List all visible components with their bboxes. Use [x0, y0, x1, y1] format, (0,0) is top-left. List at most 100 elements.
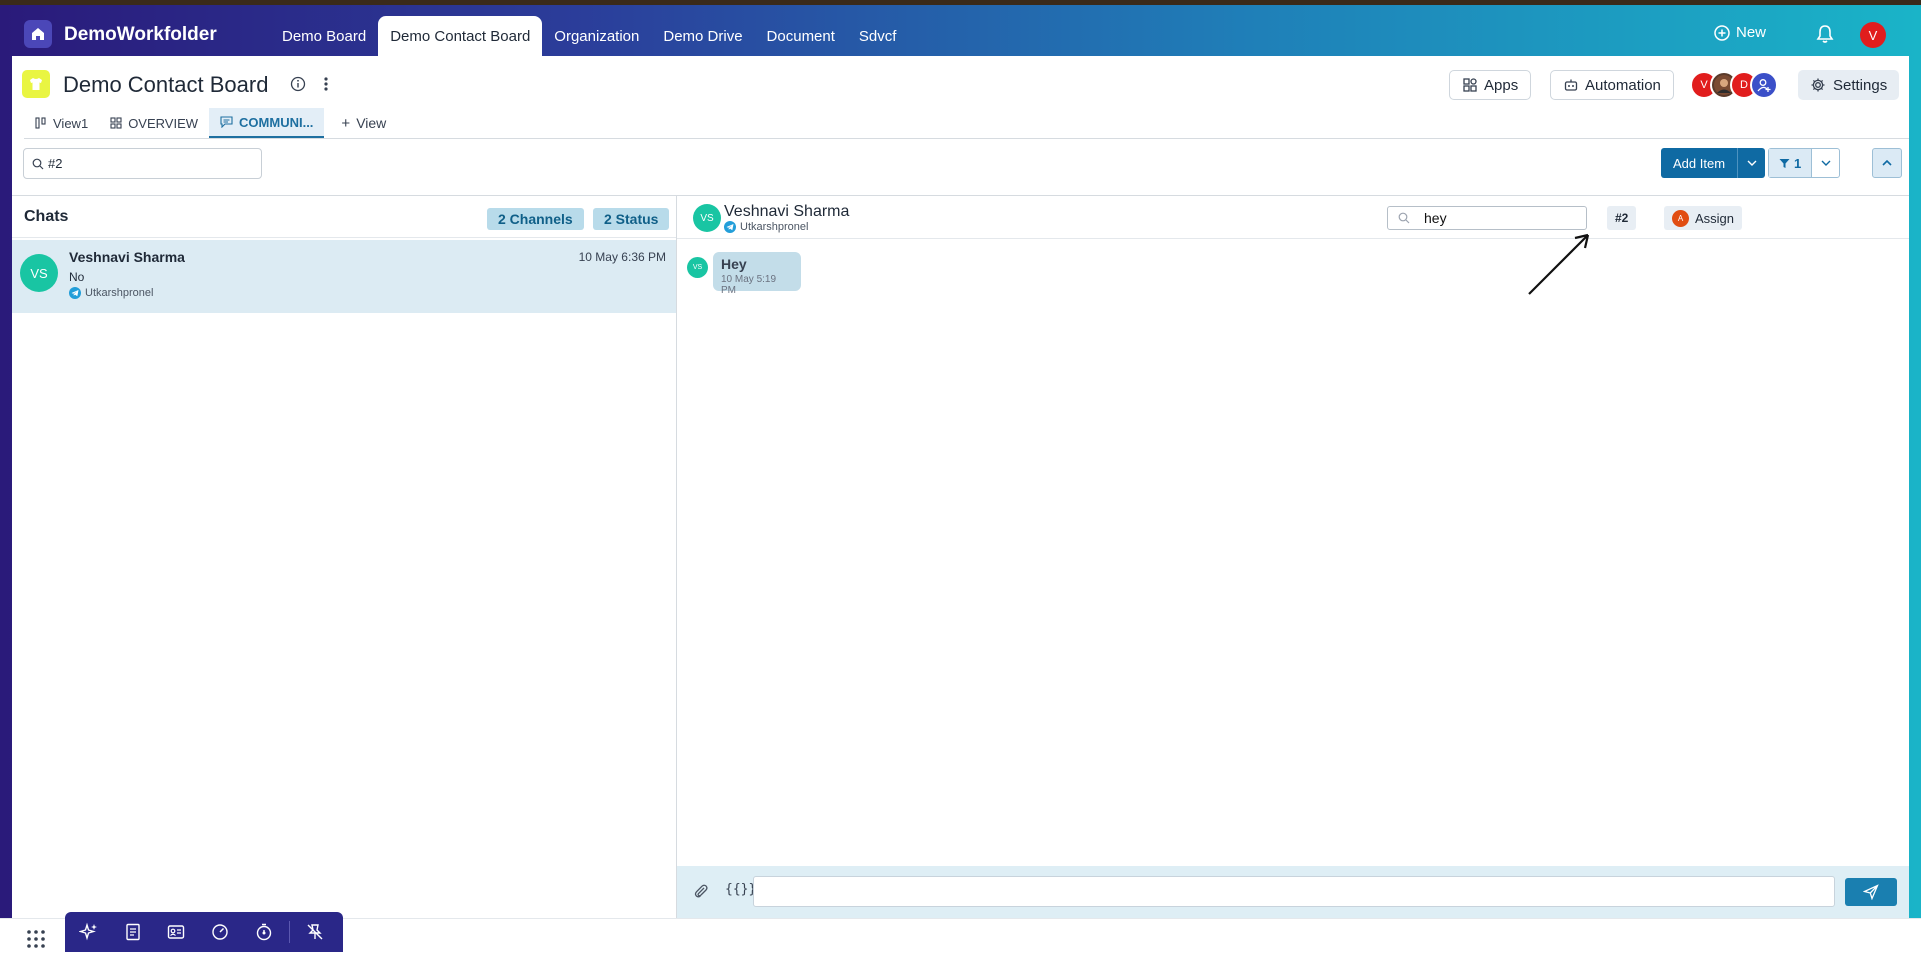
telegram-icon: [69, 287, 81, 299]
conversation-contact-name: Veshnavi Sharma: [724, 203, 850, 220]
add-item-dropdown[interactable]: [1737, 148, 1766, 178]
kanban-icon: [35, 117, 46, 129]
item-search-value: #2: [48, 156, 63, 171]
add-member-icon[interactable]: [1750, 71, 1778, 99]
template-variables-button[interactable]: {{}}: [725, 882, 756, 897]
nav-tab-demo-drive[interactable]: Demo Drive: [651, 16, 754, 56]
conversation-source-label: Utkarshpronel: [740, 221, 809, 233]
chevron-down-icon: [1821, 160, 1831, 166]
quick-tools-dock: [65, 912, 343, 952]
chevron-down-icon: [1747, 160, 1757, 166]
collapse-button[interactable]: [1872, 148, 1902, 178]
chat-timestamp: 10 May 6:36 PM: [578, 250, 666, 264]
assignee-avatar: A: [1672, 209, 1689, 227]
attachment-icon[interactable]: [693, 883, 709, 904]
add-view-label: View: [356, 115, 387, 131]
channels-filter[interactable]: 2 Channels: [487, 208, 584, 230]
settings-button[interactable]: Settings: [1798, 70, 1900, 100]
message-avatar: VS: [687, 257, 708, 278]
search-icon: [32, 158, 44, 169]
new-button-label: New: [1736, 24, 1767, 41]
nav-tab-organization[interactable]: Organization: [542, 16, 651, 56]
view-tab-view1[interactable]: View1: [24, 108, 99, 138]
apps-button[interactable]: Apps: [1449, 70, 1532, 100]
add-view-button[interactable]: + View: [330, 108, 397, 138]
message-text: Hey: [721, 256, 747, 272]
chats-title: Chats: [24, 207, 69, 225]
settings-button-label: Settings: [1833, 76, 1888, 94]
dashboard-icon: [110, 117, 122, 129]
conversation-source: Utkarshpronel: [724, 221, 808, 233]
status-filter[interactable]: 2 Status: [593, 208, 670, 230]
chat-last-message: No: [69, 270, 85, 284]
ai-sparkle-icon[interactable]: [79, 922, 99, 942]
apps-button-label: Apps: [1484, 76, 1519, 94]
info-icon[interactable]: [290, 76, 306, 97]
workspace-name[interactable]: DemoWorkfolder: [64, 24, 217, 46]
message-bubble: Hey 10 May 5:19 PM: [713, 252, 801, 296]
home-button[interactable]: [24, 20, 52, 48]
apps-grid-icon: [1463, 78, 1477, 92]
filter-count: 1: [1794, 155, 1802, 171]
filter-button-group: 1: [1768, 148, 1841, 178]
chats-header: Chats 2 Channels 2 Status: [12, 196, 676, 238]
send-button[interactable]: [1845, 878, 1897, 906]
new-button[interactable]: New: [1714, 24, 1766, 41]
dock-separator: [289, 921, 290, 943]
bottom-toolbar: [0, 912, 1921, 958]
timer-icon[interactable]: [255, 923, 273, 941]
nav-tab-document[interactable]: Document: [755, 16, 847, 56]
assign-button[interactable]: A Assign: [1664, 206, 1743, 230]
document-icon[interactable]: [125, 923, 141, 941]
view-tab-label: OVERVIEW: [128, 115, 199, 131]
telegram-icon: [724, 221, 736, 233]
chat-bubble-icon: [220, 116, 233, 128]
nav-tab-sdvcf[interactable]: Sdvcf: [847, 16, 909, 56]
id-card-icon[interactable]: [167, 924, 185, 940]
filter-button[interactable]: 1: [1769, 149, 1812, 177]
chat-avatar: VS: [20, 254, 58, 292]
app-launcher-icon[interactable]: [26, 929, 46, 954]
conversation-avatar: VS: [693, 204, 721, 232]
assign-button-label: Assign: [1695, 210, 1735, 226]
message-input[interactable]: [753, 876, 1835, 907]
chats-pane: Chats 2 Channels 2 Status VS Veshnavi Sh…: [12, 195, 677, 918]
automation-button-label: Automation: [1585, 76, 1661, 94]
item-tag-button[interactable]: #2: [1607, 206, 1637, 230]
view-tab-overview[interactable]: OVERVIEW: [99, 108, 209, 138]
window-top-strip: [0, 0, 1921, 5]
board-panel: Demo Contact Board Apps Automation V D S…: [12, 56, 1909, 919]
add-item-button[interactable]: Add Item: [1661, 148, 1738, 178]
nav-tab-demo-board[interactable]: Demo Board: [270, 16, 378, 56]
filter-dropdown[interactable]: [1811, 149, 1839, 177]
gear-icon: [1811, 78, 1825, 92]
shirt-icon: [30, 78, 42, 90]
view-tab-communication[interactable]: COMMUNI...: [209, 108, 325, 138]
nav-tab-demo-contact-board[interactable]: Demo Contact Board: [378, 16, 543, 56]
plus-circle-icon: [1714, 24, 1730, 41]
message-search-input[interactable]: hey: [1387, 206, 1587, 230]
chat-list-item[interactable]: VS Veshnavi Sharma No Utkarshpronel 10 M…: [12, 240, 676, 313]
search-icon: [1398, 212, 1410, 224]
user-avatar[interactable]: V: [1860, 22, 1886, 48]
notifications-bell-icon[interactable]: [1816, 24, 1834, 49]
chat-contact-name: Veshnavi Sharma: [69, 249, 185, 265]
board-members[interactable]: V D: [1690, 71, 1778, 99]
more-vertical-icon[interactable]: [322, 76, 330, 97]
unpin-icon[interactable]: [306, 923, 324, 941]
robot-icon: [1564, 79, 1578, 91]
chat-source-label: Utkarshpronel: [85, 287, 154, 299]
automation-button[interactable]: Automation: [1550, 70, 1674, 100]
filter-icon: [1779, 158, 1790, 168]
chat-source: Utkarshpronel: [69, 287, 153, 299]
item-search-input[interactable]: #2: [23, 148, 262, 179]
home-icon: [32, 28, 44, 40]
message-timestamp: 10 May 5:19 PM: [721, 274, 777, 296]
annotation-arrow-icon: [1525, 228, 1595, 303]
board-icon: [22, 70, 50, 98]
send-icon: [1863, 884, 1879, 900]
gauge-icon[interactable]: [211, 923, 229, 941]
add-item-button-group: Add Item: [1661, 148, 1766, 178]
view-tab-label: COMMUNI...: [239, 114, 314, 130]
conversation-header: VS Veshnavi Sharma Utkarshpronel hey #2 …: [677, 196, 1909, 239]
